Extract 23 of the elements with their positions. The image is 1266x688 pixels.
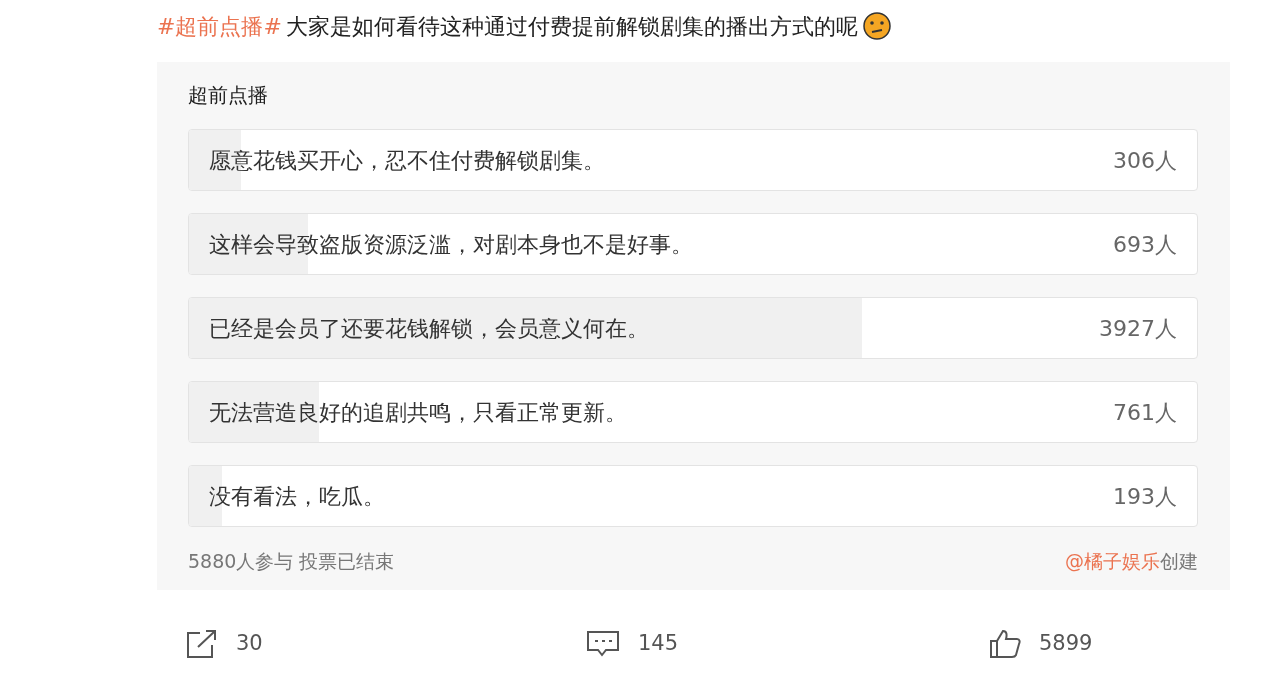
- share-count: 30: [236, 630, 263, 657]
- option-label: 这样会导致盗版资源泛滥，对剧本身也不是好事。: [209, 230, 693, 259]
- confused-emoji-icon: [861, 11, 892, 41]
- post-text: 大家是如何看待这种通过付费提前解锁剧集的播出方式的呢: [285, 12, 858, 41]
- vote-count: 3927人: [1099, 314, 1177, 343]
- share-icon[interactable]: [186, 628, 218, 659]
- vote-count: 693人: [1113, 230, 1177, 259]
- vote-count: 306人: [1113, 146, 1177, 175]
- vote-count: 761人: [1113, 398, 1177, 427]
- thumbs-up-icon[interactable]: [989, 628, 1021, 659]
- created-label: 创建: [1160, 549, 1198, 574]
- option-label: 已经是会员了还要花钱解锁，会员意义何在。: [209, 314, 649, 343]
- poll-title: 超前点播: [188, 82, 269, 109]
- option-label: 愿意花钱买开心，忍不住付费解锁剧集。: [209, 146, 605, 175]
- vote-count: 193人: [1113, 482, 1177, 511]
- comment-count: 145: [638, 630, 679, 657]
- comment-icon[interactable]: [586, 629, 620, 658]
- like-count: 5899: [1039, 630, 1093, 657]
- option-label: 无法营造良好的追剧共鸣，只看正常更新。: [209, 398, 627, 427]
- poll-summary: 5880人参与 投票已结束: [188, 549, 395, 574]
- option-label: 没有看法，吃瓜。: [209, 482, 385, 511]
- topic-link[interactable]: #超前点播#: [157, 9, 282, 43]
- creator-link[interactable]: @橘子娱乐: [1065, 547, 1160, 576]
